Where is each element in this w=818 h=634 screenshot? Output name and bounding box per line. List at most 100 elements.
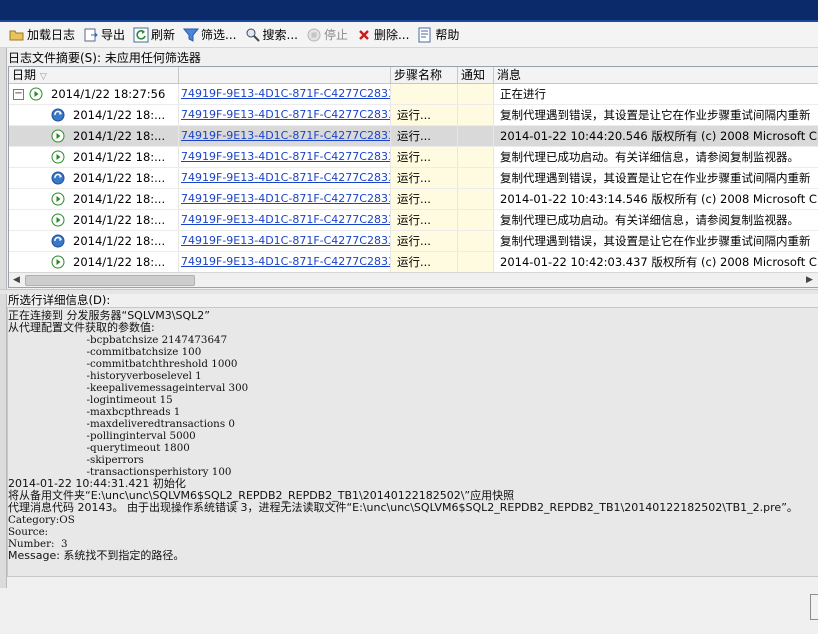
- row-notification: [458, 168, 494, 188]
- row-notification: [458, 210, 494, 230]
- table-row[interactable]: 2014/1/22 18:... 74919F-9E13-4D1C-871F-C4…: [9, 126, 818, 147]
- horizontal-scrollbar[interactable]: ◀ ▶: [9, 272, 818, 287]
- column-header-date-label: 日期: [12, 68, 37, 82]
- export-label: 导出: [101, 28, 126, 42]
- row-step-name: 运行...: [391, 147, 458, 167]
- scroll-right-icon[interactable]: ▶: [804, 275, 815, 286]
- table-row[interactable]: 2014/1/22 18:... 74919F-9E13-4D1C-871F-C4…: [9, 147, 818, 168]
- column-header-message-label: 消息: [497, 68, 522, 82]
- search-button[interactable]: 搜索...: [242, 24, 301, 46]
- row-notification: [458, 126, 494, 146]
- filter-button[interactable]: 筛选...: [180, 24, 239, 46]
- row-date: 2014/1/22 18:...: [73, 192, 166, 206]
- delete-button[interactable]: 删除...: [353, 24, 412, 46]
- detail-line: Category:OS: [8, 514, 75, 526]
- row-step-name: 运行...: [391, 210, 458, 230]
- collapse-icon[interactable]: −: [13, 89, 24, 100]
- row-id-link[interactable]: 74919F-9E13-4D1C-871F-C4277C283328: [179, 231, 391, 251]
- row-id-link[interactable]: 74919F-9E13-4D1C-871F-C4277C283328: [179, 126, 391, 146]
- export-button[interactable]: 导出: [80, 24, 128, 46]
- run-status-icon: [51, 129, 65, 143]
- column-header-notification[interactable]: 通知: [458, 67, 494, 84]
- search-label: 搜索...: [262, 28, 298, 42]
- row-date: 2014/1/22 18:...: [73, 150, 166, 164]
- scrollbar-thumb[interactable]: [25, 275, 195, 286]
- stop-button[interactable]: 停止: [303, 24, 351, 46]
- row-message: 正在进行: [500, 87, 546, 101]
- row-message: 复制代理遇到错误，其设置是让它在作业步骤重试间隔内重新: [500, 234, 811, 248]
- row-message: 2014-01-22 10:43:14.546 版权所有 (c) 2008 Mi…: [500, 192, 817, 206]
- row-id-link[interactable]: 74919F-9E13-4D1C-871F-C4277C283328: [179, 84, 391, 104]
- detail-line: -skiperrors: [8, 454, 144, 466]
- column-header-date[interactable]: 日期 ▽: [9, 67, 179, 84]
- row-message: 2014-01-22 10:42:03.437 版权所有 (c) 2008 Mi…: [500, 255, 817, 269]
- sort-descending-icon: ▽: [40, 72, 47, 82]
- delete-icon: [356, 27, 372, 43]
- close-button[interactable]: [810, 594, 818, 620]
- column-header-message[interactable]: 消息: [494, 67, 818, 84]
- detail-line: -commitbatchsize 100: [8, 346, 202, 358]
- detail-line: -bcpbatchsize 2147473647: [8, 334, 228, 346]
- row-message: 复制代理遇到错误，其设置是让它在作业步骤重试间隔内重新: [500, 171, 811, 185]
- detail-line: -logintimeout 15: [8, 394, 173, 406]
- load-log-label: 加载日志: [27, 28, 76, 42]
- table-row[interactable]: − 2014/1/22 18:27:56 74919F-9E13-4D1C-871F…: [9, 84, 818, 105]
- detail-text-pane[interactable]: 正在连接到 分发服务器“SQLVM3\SQL2” 从代理配置文件获取的参数值: -…: [7, 307, 818, 577]
- stop-label: 停止: [323, 28, 348, 42]
- stop-icon: [306, 27, 322, 43]
- row-id-link[interactable]: 74919F-9E13-4D1C-871F-C4277C283328: [179, 189, 391, 209]
- filter-icon: [183, 27, 200, 43]
- row-step-name: 运行...: [391, 126, 458, 146]
- retry-status-icon: [51, 234, 65, 248]
- table-row[interactable]: 2014/1/22 18:... 74919F-9E13-4D1C-871F-C4…: [9, 210, 818, 231]
- row-date: 2014/1/22 18:...: [73, 108, 166, 122]
- table-row[interactable]: 2014/1/22 18:... 74919F-9E13-4D1C-871F-C4…: [9, 189, 818, 210]
- column-header-step-name[interactable]: 步骤名称: [391, 67, 458, 84]
- refresh-button[interactable]: 刷新: [130, 24, 178, 46]
- row-date: 2014/1/22 18:...: [73, 255, 166, 269]
- run-status-icon: [51, 192, 65, 206]
- row-date: 2014/1/22 18:27:56: [51, 87, 166, 101]
- help-button[interactable]: 帮助: [414, 24, 462, 46]
- row-date: 2014/1/22 18:...: [73, 213, 166, 227]
- refresh-label: 刷新: [151, 28, 176, 42]
- detail-line: -commitbatchthreshold 1000: [8, 358, 238, 370]
- detail-line: Message: 系统找不到指定的路径。: [8, 549, 185, 562]
- table-row[interactable]: 2014/1/22 18:... 74919F-9E13-4D1C-871F-C4…: [9, 252, 818, 273]
- load-log-button[interactable]: 加载日志: [6, 24, 78, 46]
- search-icon: [245, 27, 261, 43]
- row-message: 复制代理已成功启动。有关详细信息，请参阅复制监视器。: [500, 150, 799, 164]
- row-id-link[interactable]: 74919F-9E13-4D1C-871F-C4277C283328: [179, 168, 391, 188]
- retry-status-icon: [51, 108, 65, 122]
- row-id-link[interactable]: 74919F-9E13-4D1C-871F-C4277C283328: [179, 147, 391, 167]
- detail-line: -keepalivemessageinterval 300: [8, 382, 249, 394]
- row-step-name: 运行...: [391, 189, 458, 209]
- left-panel-edge: [0, 48, 7, 588]
- table-row[interactable]: 2014/1/22 18:... 74919F-9E13-4D1C-871F-C4…: [9, 168, 818, 189]
- detail-line: 从代理配置文件获取的参数值:: [8, 321, 155, 334]
- detail-line: -historyverboselevel 1: [8, 370, 202, 382]
- row-notification: [458, 189, 494, 209]
- table-row[interactable]: 2014/1/22 18:... 74919F-9E13-4D1C-871F-C4…: [9, 105, 818, 126]
- run-status-icon: [51, 213, 65, 227]
- table-row[interactable]: 2014/1/22 18:... 74919F-9E13-4D1C-871F-C4…: [9, 231, 818, 252]
- row-step-name: 运行...: [391, 105, 458, 125]
- grid-header: 日期 ▽ 步骤名称 通知 消息: [9, 67, 818, 84]
- run-status-icon: [51, 150, 65, 164]
- column-header-id[interactable]: [179, 67, 391, 84]
- row-notification: [458, 147, 494, 167]
- refresh-icon: [133, 27, 149, 43]
- toolbar: 加载日志 导出 刷新 筛选... 搜索... 停止 删除... 帮助: [0, 22, 818, 48]
- row-id-link[interactable]: 74919F-9E13-4D1C-871F-C4277C283328: [179, 105, 391, 125]
- detail-line: -maxdeliveredtransactions 0: [8, 418, 235, 430]
- column-header-notification-label: 通知: [461, 68, 486, 82]
- row-id-link[interactable]: 74919F-9E13-4D1C-871F-C4277C283328: [179, 210, 391, 230]
- row-id-link[interactable]: 74919F-9E13-4D1C-871F-C4277C283328: [179, 252, 391, 272]
- retry-status-icon: [51, 171, 65, 185]
- log-grid[interactable]: 日期 ▽ 步骤名称 通知 消息 − 2014/1/22 18:27:56 74919F…: [8, 66, 818, 288]
- row-notification: [458, 231, 494, 251]
- detail-line: 代理消息代码 20143。 由于出现操作系统错误 3，进程无法读取文件“E:\u…: [8, 501, 798, 514]
- scroll-left-icon[interactable]: ◀: [11, 275, 22, 286]
- export-icon: [83, 27, 99, 43]
- pane-splitter[interactable]: [0, 289, 818, 294]
